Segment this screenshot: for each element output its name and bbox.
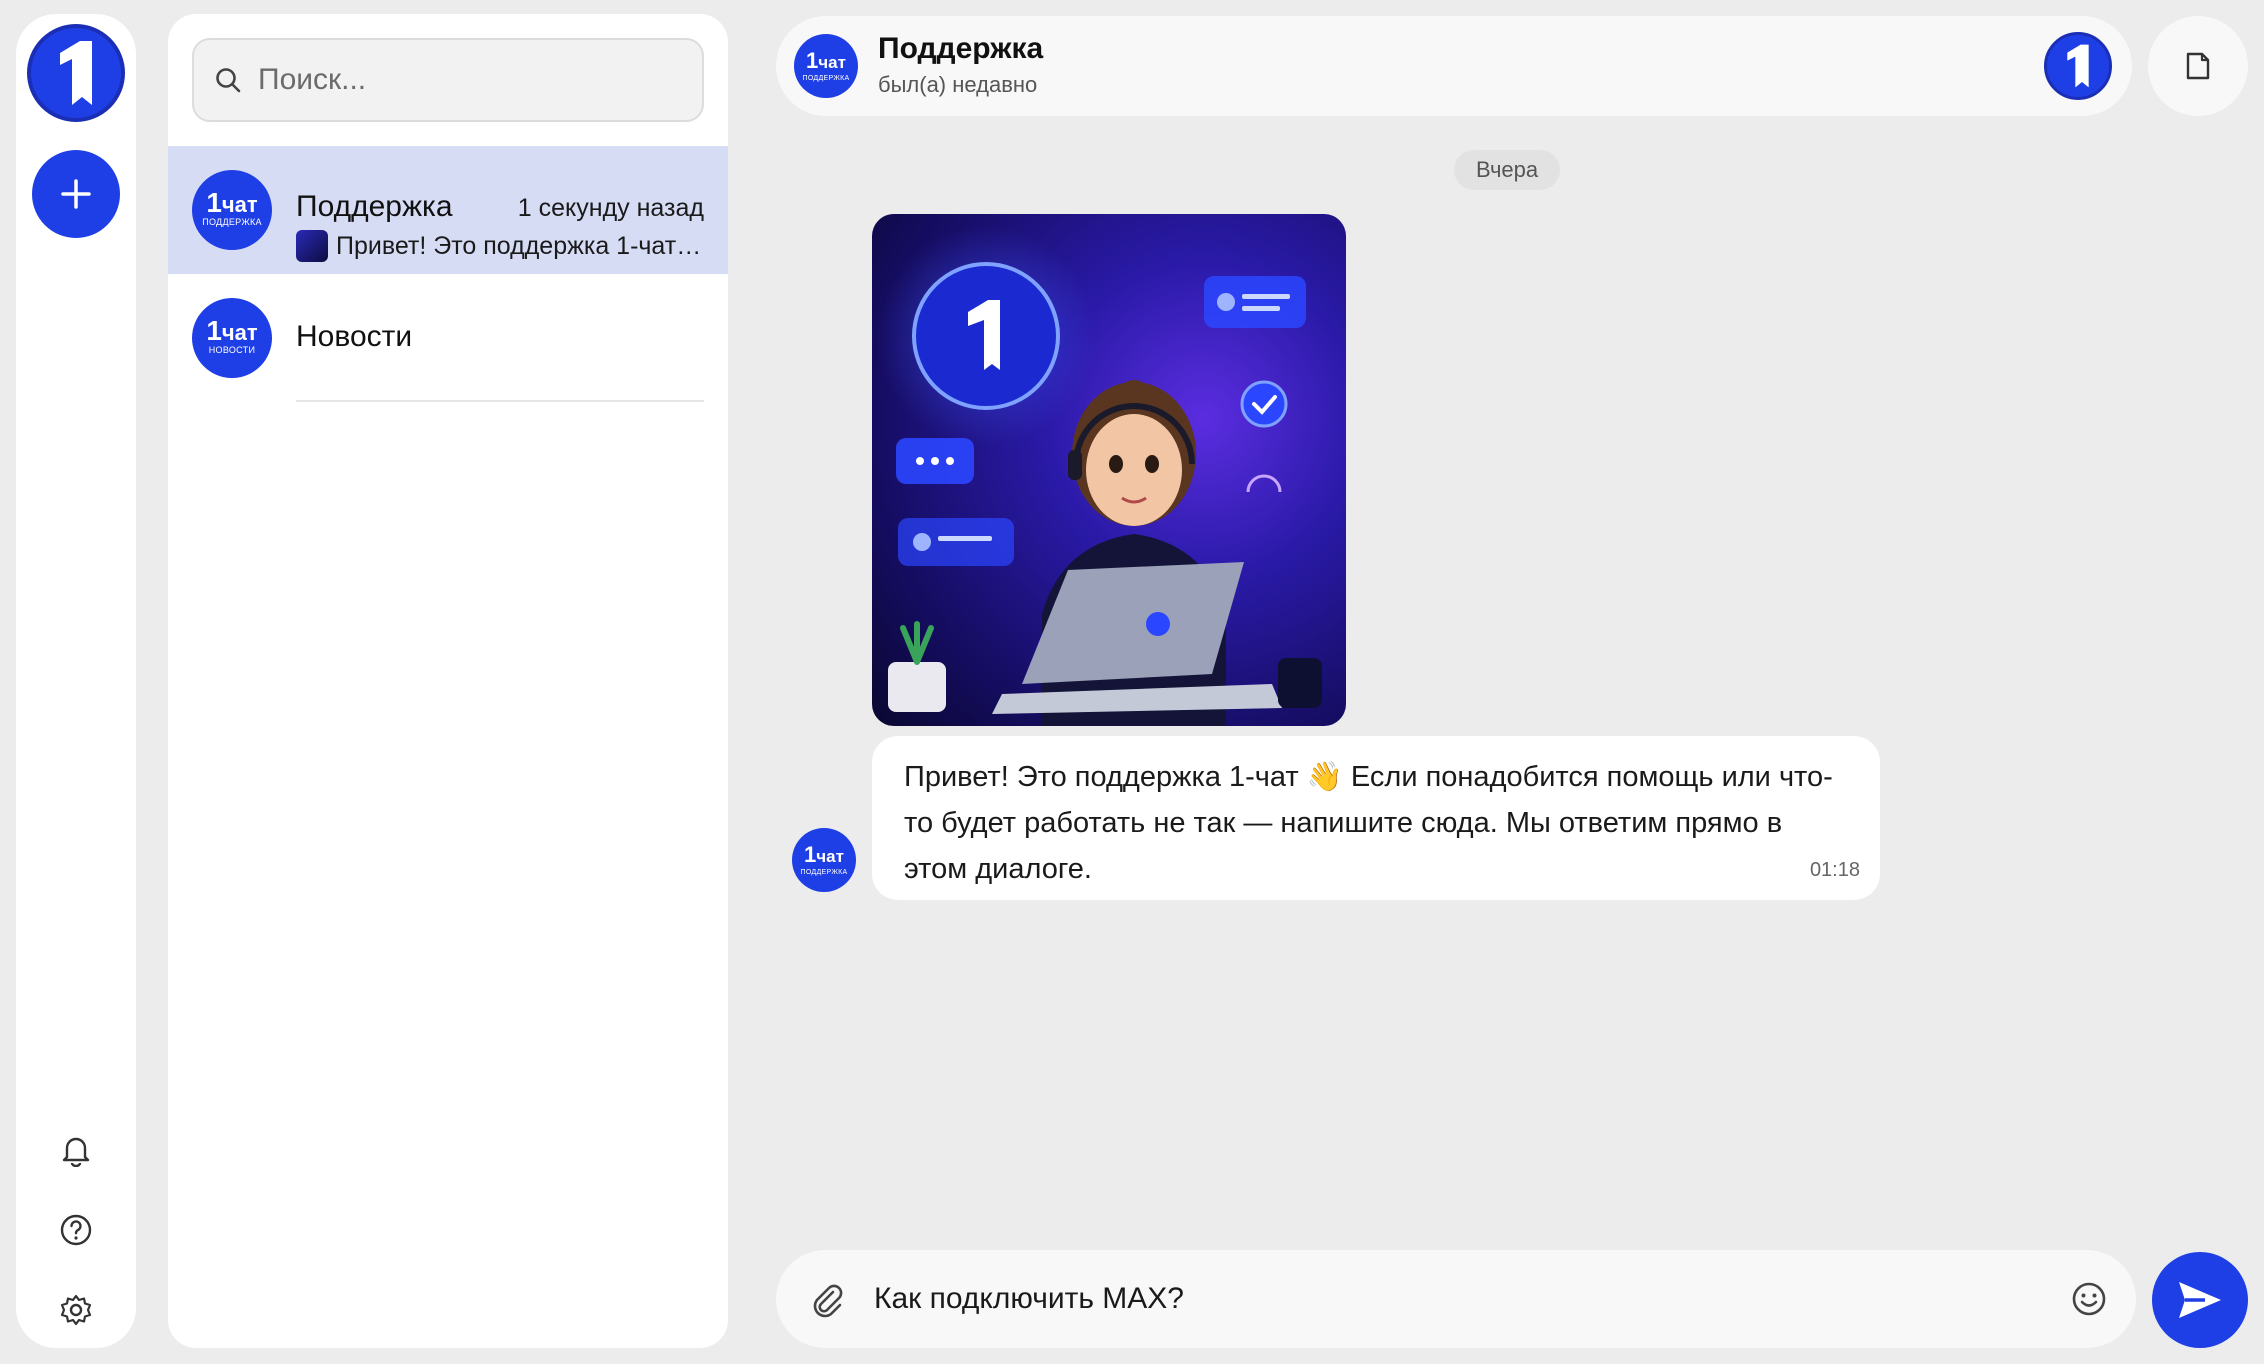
avatar[interactable]: 1чат поддержка [794, 34, 858, 98]
chat-name: Новости [296, 320, 413, 353]
note-icon [2186, 52, 2210, 80]
send-button[interactable] [2152, 1252, 2248, 1348]
help-button[interactable] [58, 1212, 94, 1248]
preview-image-thumbnail [296, 230, 328, 262]
profile-button[interactable] [2044, 32, 2112, 100]
emoji-button[interactable] [2070, 1280, 2108, 1318]
logo-one-icon [2067, 44, 2089, 88]
avatar: 1чат новости [192, 298, 272, 378]
smiley-icon [2072, 1282, 2106, 1316]
search-box[interactable] [192, 38, 704, 122]
attach-button[interactable] [806, 1279, 846, 1319]
date-separator: Вчера [1454, 150, 1561, 190]
chat-status: был(а) недавно [878, 72, 1038, 97]
notes-button[interactable] [2148, 16, 2248, 116]
search-input[interactable] [258, 63, 678, 97]
list-divider [296, 400, 704, 402]
app-logo[interactable] [27, 24, 125, 122]
settings-button[interactable] [58, 1292, 94, 1328]
chat-list-panel: 1чат поддержка Поддержка 1 секунду назад… [168, 14, 728, 1348]
help-icon [60, 1214, 92, 1246]
chat-name: Поддержка [296, 190, 453, 223]
sender-avatar[interactable]: 1чат поддержка [792, 828, 856, 892]
chat-preview: Привет! Это поддержка 1-чат 👋 Если понад… [296, 230, 704, 262]
message-time: 01:18 [1809, 859, 1860, 881]
message-composer [776, 1250, 2136, 1348]
support-agent-illustration [876, 226, 1322, 726]
chat-title: Поддержка [878, 32, 1044, 65]
plus-icon [61, 179, 91, 209]
message-input[interactable] [874, 1274, 2014, 1324]
chat-header: 1чат поддержка Поддержка был(а) недавно [776, 16, 2132, 116]
chat-time: 1 секунду назад [517, 194, 704, 222]
send-icon [2179, 1282, 2221, 1318]
avatar: 1чат поддержка [192, 170, 272, 250]
bell-icon [62, 1137, 90, 1167]
message-bubble[interactable]: Привет! Это поддержка 1-чат 👋 Если понад… [872, 736, 1880, 900]
new-chat-button[interactable] [32, 150, 120, 238]
gear-icon [60, 1294, 92, 1326]
notifications-button[interactable] [58, 1132, 94, 1168]
chat-item-news[interactable]: 1чат новости Новости [168, 274, 728, 402]
paperclip-icon [813, 1284, 843, 1318]
logo-one-icon [60, 41, 92, 105]
message-text: Привет! Это поддержка 1-чат 👋 Если понад… [904, 761, 1833, 885]
left-rail [16, 14, 136, 1348]
chat-item-support[interactable]: 1чат поддержка Поддержка 1 секунду назад… [168, 146, 728, 274]
message-image[interactable] [872, 214, 1346, 726]
search-icon [216, 68, 241, 93]
